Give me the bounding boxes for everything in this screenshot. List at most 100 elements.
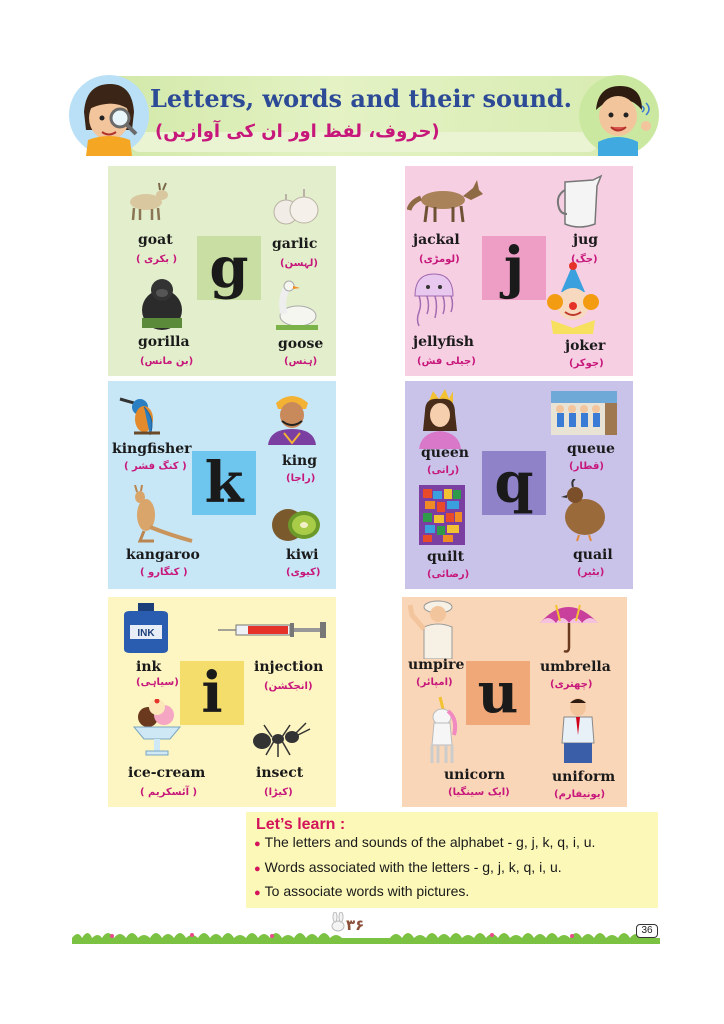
queue-icon [551,391,617,435]
kangaroo-icon [134,485,193,543]
letter-box-g: g [197,236,261,300]
injection-icon [218,622,326,638]
urdu-goose: (ہنس) [284,356,318,367]
urdu-ink: (سیاہی) [136,677,179,688]
word-quail: quail [573,547,613,563]
word-garlic: garlic [272,236,318,252]
ink-bottle-icon: INK [124,603,168,653]
lets-learn-box: Let’s learn : ● The letters and sounds of… [246,812,658,908]
word-kingfisher: kingfisher [112,441,192,457]
garlic-icon [273,189,319,225]
page-title: Letters, words and their sound. [150,84,573,113]
kingfisher-icon [119,397,160,436]
letter-card-i: i INK ink (سیاہی) injection (انجکشن) ice… [108,597,336,807]
word-umpire: umpire [408,657,465,673]
page-number: 36 [636,924,658,938]
word-joker: joker [565,338,606,354]
urdu-gorilla: (بن مانس) [140,356,194,367]
learn-item: ● The letters and sounds of the alphabet … [254,834,595,850]
letter-card-q: q queen (رانی) queue (قطار) quilt (رضائی… [405,381,633,589]
letter-box-k: k [192,451,256,515]
gorilla-icon [142,279,182,330]
word-jug: jug [573,232,599,248]
letter-card-j: j jackal (لومڑی) jug (جگ) jellyfish (جیل… [405,166,633,376]
word-insect: insect [256,765,304,781]
urdu-queue: (قطار) [569,461,604,472]
letter-box-u: u [466,661,530,725]
urdu-ice-cream: ( آئسکریم ) [140,787,198,798]
ice-cream-icon [132,699,182,756]
lets-learn-title: Let’s learn : [256,816,346,833]
urdu-quail: (بٹیر) [577,567,605,578]
bullet-icon: ● [254,863,261,875]
urdu-injection: (انجکشن) [264,681,313,692]
word-kiwi: kiwi [286,547,319,563]
learn-item-text: To associate words with pictures. [264,883,470,899]
jackal-icon [407,180,483,223]
word-kangaroo: kangaroo [126,547,200,563]
bullet-icon: ● [254,838,261,850]
grass-border [72,933,660,944]
ink-label: INK [137,628,155,639]
goat-icon [130,182,168,221]
urdu-garlic: (لہسن) [280,258,318,269]
learn-item-text: The letters and sounds of the alphabet -… [264,834,596,850]
goose-icon [276,280,318,330]
word-ink: ink [136,659,162,675]
kiwi-icon [272,509,320,541]
quilt-icon [419,485,465,545]
word-uniform: uniform [552,769,616,785]
learn-item: ● Words associated with the letters - g, … [254,859,562,875]
urdu-kiwi: (کیوی) [286,567,321,578]
page-title-urdu: (حروف، لفظ اور ان کی آوازیں) [155,121,440,142]
word-queue: queue [567,441,615,457]
bunny-icon [331,912,345,932]
urdu-jackal: (لومڑی) [419,254,460,265]
word-injection: injection [254,659,324,675]
word-ice-cream: ice-cream [128,765,206,781]
word-goose: goose [278,336,324,352]
umpire-icon [407,600,453,659]
word-queen: queen [421,445,469,461]
urdu-quilt: (رضائی) [427,569,470,580]
unicorn-icon [430,696,458,763]
urdu-goat: ( بکری ) [136,254,178,265]
girl-magnifier-avatar [69,75,149,156]
urdu-umbrella: (چھتری) [550,679,593,690]
learn-item: ● To associate words with pictures. [254,883,469,899]
quail-icon [561,479,605,542]
urdu-uniform: (یونیفارم) [554,789,606,800]
urdu-kangaroo: ( کنگارو ) [140,567,188,578]
queen-icon [419,389,461,449]
joker-icon [547,262,599,334]
letter-box-i: i [180,661,244,725]
word-goat: goat [138,232,173,248]
king-icon [268,396,316,445]
urdu-joker: (جوکر) [569,358,604,369]
urdu-unicorn: (ایک سینگیا) [448,787,510,798]
learn-item-text: Words associated with the letters - g, j… [264,859,562,875]
insect-icon [253,722,311,757]
urdu-umpire: (امپائر) [416,677,453,688]
word-gorilla: gorilla [138,334,190,350]
urdu-jellyfish: (جیلی فش) [417,356,476,367]
urdu-king: (راجا) [286,473,316,484]
bullet-icon: ● [254,887,261,899]
uniform-boy-icon [561,698,595,763]
letter-card-g: g goat ( بکری ) garlic (لہسن) gorilla (ب… [108,166,336,376]
page-number-urdu: ۳۶ [346,916,365,934]
letter-box-q: q [482,451,546,515]
urdu-queen: (رانی) [427,465,460,476]
boy-avatar [579,75,659,156]
letter-card-k: k kingfisher ( کنگ فشر ) king (راجا) kan… [108,381,336,589]
word-umbrella: umbrella [540,659,611,675]
word-king: king [282,453,317,469]
urdu-kingfisher: ( کنگ فشر ) [124,461,187,472]
jellyfish-icon [414,273,454,327]
word-unicorn: unicorn [444,767,506,783]
jug-icon [556,174,603,228]
umbrella-icon [540,604,598,653]
letter-card-u: u umpire (امپائر) umbrella (چھتری) unico… [402,597,627,807]
word-jackal: jackal [413,232,460,248]
word-jellyfish: jellyfish [413,334,474,350]
